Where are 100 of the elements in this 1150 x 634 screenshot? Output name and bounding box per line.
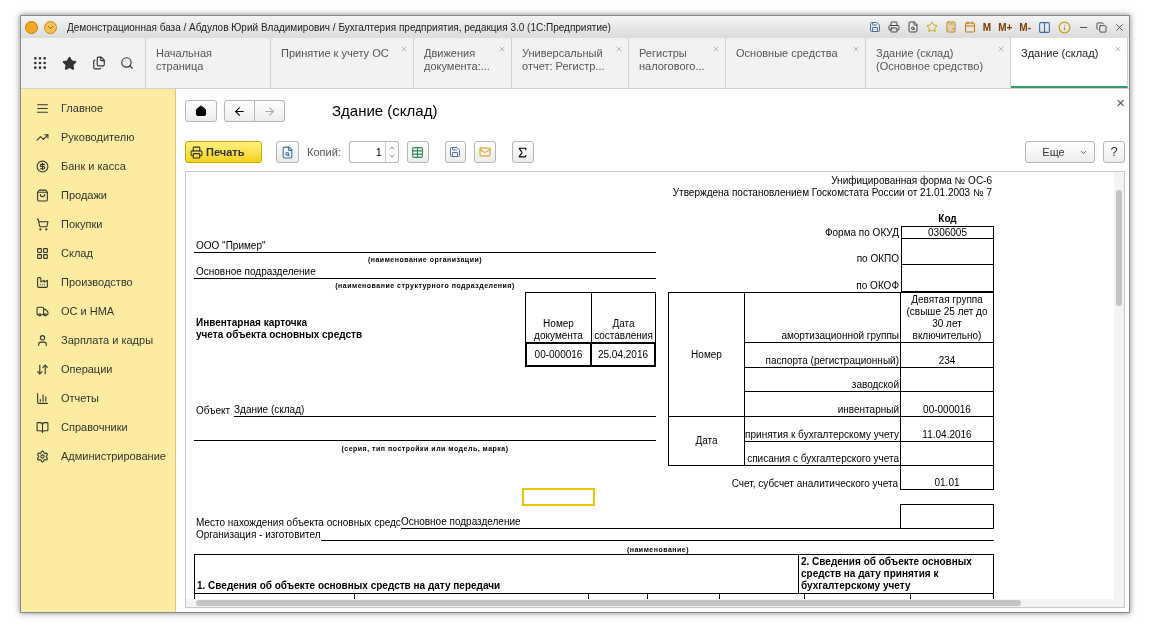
table-cell: Номер bbox=[668, 293, 744, 417]
copies-label: Копий: bbox=[307, 145, 341, 160]
back-button[interactable] bbox=[224, 100, 255, 122]
cart-icon bbox=[36, 218, 49, 231]
memory-button[interactable]: M+ bbox=[998, 19, 1013, 35]
tab[interactable]: Основные средства bbox=[726, 38, 866, 88]
tab[interactable]: Движения документа:... bbox=[414, 38, 512, 88]
tab[interactable]: Здание (склад) bbox=[1011, 38, 1128, 88]
panel-icon bbox=[1038, 20, 1051, 34]
close-icon[interactable] bbox=[1114, 45, 1122, 53]
print-button[interactable]: Печать bbox=[185, 141, 262, 163]
sidebar-item[interactable]: ОС и НМА bbox=[21, 297, 175, 326]
more-button[interactable]: Еще bbox=[1025, 141, 1095, 163]
sidebar-item[interactable]: Зарплата и кадры bbox=[21, 326, 175, 355]
table-cell: списания с бухгалтерского учета bbox=[744, 442, 900, 466]
help-button[interactable]: ? bbox=[1103, 141, 1125, 163]
close-icon[interactable] bbox=[997, 45, 1005, 53]
sidebar-item[interactable]: Администрирование bbox=[21, 442, 175, 471]
save-button[interactable] bbox=[444, 141, 466, 163]
sidebar-item[interactable]: Производство bbox=[21, 268, 175, 297]
close-icon[interactable] bbox=[852, 45, 860, 53]
approval-note: Утверждена постановлением Госкомстата России от 21.01.2003 № 7 bbox=[671, 187, 992, 199]
logo-icon[interactable] bbox=[25, 20, 38, 34]
table-cell: 234 bbox=[900, 343, 994, 368]
table-button[interactable] bbox=[406, 141, 429, 163]
tab[interactable]: Универсальный отчет: Регистр... bbox=[512, 38, 629, 88]
mail-button[interactable] bbox=[473, 141, 496, 163]
factory-icon bbox=[36, 276, 49, 289]
manufacturer-label: Организация - изготовител bbox=[196, 529, 321, 541]
preview-icon bbox=[906, 21, 919, 33]
sort-arrows-icon bbox=[36, 363, 49, 376]
close-icon[interactable] bbox=[400, 45, 408, 53]
tab[interactable]: Принятие к учету ОС bbox=[271, 38, 414, 88]
code-label: по ОКПО bbox=[855, 253, 900, 265]
department-name: Основное подразделение bbox=[196, 266, 317, 278]
close-icon[interactable] bbox=[498, 45, 506, 53]
location-label: Место нахождения объекта основных средс bbox=[196, 517, 401, 529]
memory-button[interactable]: M bbox=[982, 19, 992, 35]
card-title: учета объекта основных средств bbox=[196, 329, 363, 341]
table-cell: Дата составления bbox=[592, 292, 656, 343]
table-cell: амортизационной группы bbox=[744, 293, 900, 343]
close-button[interactable]: × bbox=[1116, 96, 1125, 110]
save-icon bbox=[449, 146, 462, 158]
sum-button[interactable] bbox=[511, 141, 534, 163]
home-button[interactable] bbox=[185, 100, 217, 122]
close-icon[interactable] bbox=[615, 45, 623, 53]
tab[interactable]: Начальная страница bbox=[146, 38, 271, 88]
object-label: Объект bbox=[196, 405, 232, 417]
vertical-scrollbar[interactable] bbox=[1114, 172, 1124, 599]
sidebar-item[interactable]: Отчеты bbox=[21, 384, 175, 413]
sidebar-item[interactable]: Справочники bbox=[21, 413, 175, 442]
sidebar-item[interactable]: Продажи bbox=[21, 181, 175, 210]
table-cell: Девятая группа (свыше 25 лет до 30 лет включительно) bbox=[900, 293, 994, 343]
tab[interactable]: Регистры налогового... bbox=[629, 38, 726, 88]
sidebar-item[interactable]: Банк и касса bbox=[21, 152, 175, 181]
table-cell: 01.01 bbox=[900, 465, 994, 490]
apps-icon bbox=[32, 55, 49, 71]
organization-name: ООО "Пример" bbox=[196, 240, 267, 252]
menu-icon bbox=[36, 102, 49, 115]
sidebar-item[interactable]: Покупки bbox=[21, 210, 175, 239]
restore-icon bbox=[1096, 21, 1107, 33]
home-icon bbox=[195, 105, 207, 117]
preview-button[interactable] bbox=[276, 141, 299, 163]
sidebar-item[interactable]: Главное bbox=[21, 94, 175, 123]
truck-icon bbox=[36, 305, 49, 318]
printer-icon bbox=[190, 145, 203, 159]
sidebar-item[interactable]: Руководителю bbox=[21, 123, 175, 152]
location-value: Основное подразделение bbox=[400, 516, 522, 527]
chart-icon bbox=[36, 392, 49, 405]
grid-icon bbox=[36, 247, 49, 260]
sidebar-item[interactable]: Операции bbox=[21, 355, 175, 384]
table-cell: принятия к бухгалтерскому учету bbox=[744, 417, 900, 442]
section-heading: 1. Сведения об объекте основных средств на дату передачи bbox=[196, 579, 502, 593]
code-label: Форма по ОКУД bbox=[823, 227, 900, 239]
user-icon bbox=[36, 334, 49, 347]
table-cell: заводской bbox=[744, 368, 900, 392]
calendar-icon bbox=[963, 21, 976, 33]
section-heading: 2. Сведения об объекте основных средств на дату принятия к бухгалтерскому учету bbox=[798, 555, 993, 593]
memory-button[interactable]: M- bbox=[1019, 19, 1031, 35]
arrow-left-icon bbox=[233, 104, 246, 118]
table-cell: 00-000016 bbox=[900, 392, 994, 417]
code-header: Код bbox=[937, 213, 958, 225]
table-icon bbox=[411, 145, 425, 159]
sidebar-item[interactable]: Склад bbox=[21, 239, 175, 268]
close-icon[interactable] bbox=[712, 45, 720, 53]
copies-field[interactable]: 1 bbox=[348, 141, 399, 163]
star-icon bbox=[62, 55, 78, 71]
arrow-right-icon bbox=[263, 104, 276, 118]
table-cell: паспорта (регистрационный) bbox=[744, 343, 900, 368]
close-icon bbox=[1114, 21, 1125, 33]
search-icon bbox=[119, 56, 134, 70]
calculator-icon bbox=[944, 21, 957, 33]
settings-icon bbox=[36, 450, 49, 463]
form-number: Унифицированная форма № ОС-6 bbox=[830, 175, 992, 187]
menu-button[interactable] bbox=[44, 20, 57, 34]
table-cell: 0306005 bbox=[901, 226, 994, 239]
preview-icon bbox=[281, 145, 294, 159]
info-icon bbox=[1058, 20, 1071, 34]
table-cell: 00-000016 bbox=[525, 343, 592, 367]
horizontal-scrollbar[interactable] bbox=[186, 599, 1124, 607]
